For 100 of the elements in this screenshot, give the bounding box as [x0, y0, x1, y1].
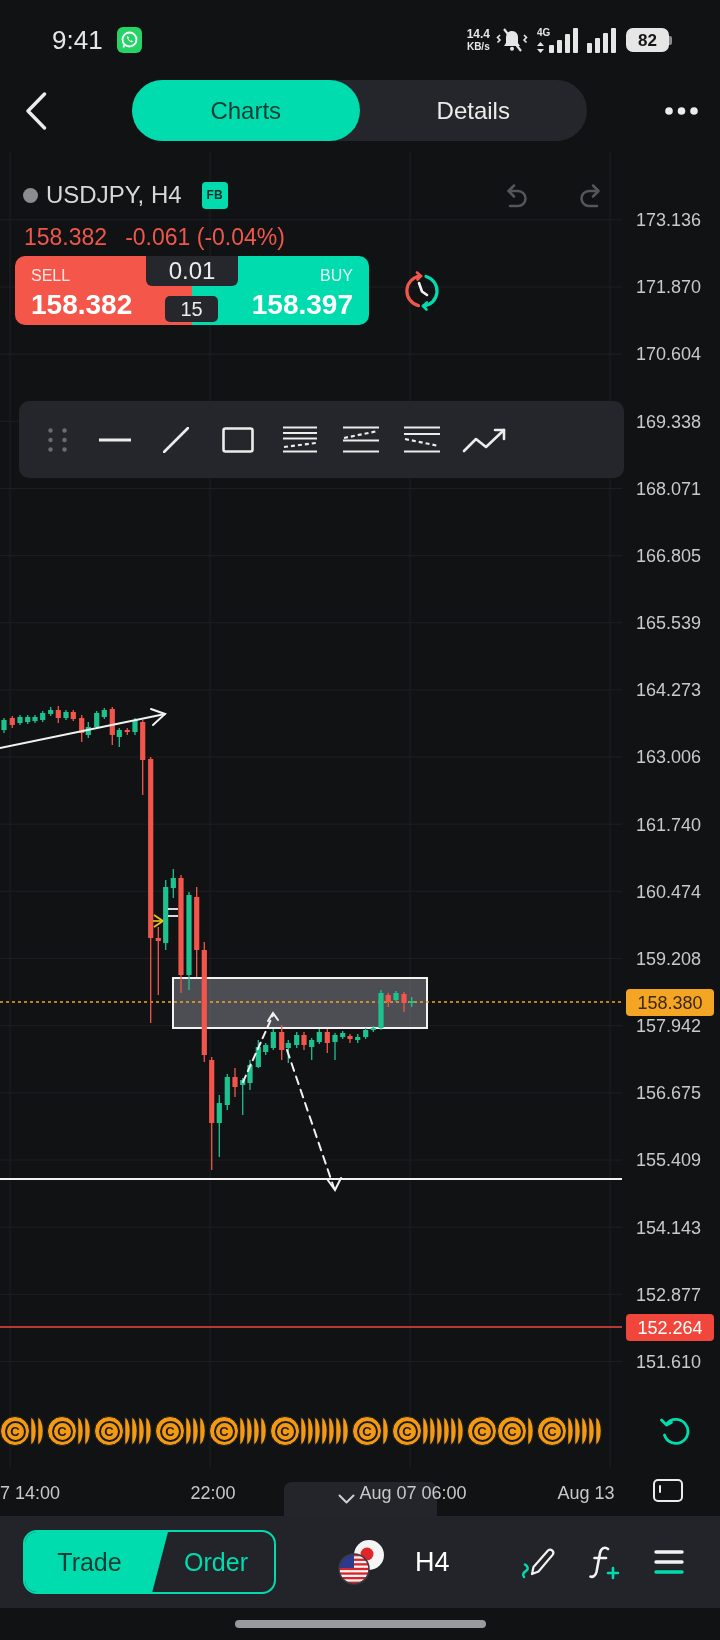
bearish-candle [109, 706, 115, 746]
bullish-candle [216, 1094, 222, 1158]
stacked-event-edge-icon[interactable] [260, 1416, 267, 1446]
channel-tool-icon[interactable] [404, 426, 440, 453]
zone-rectangle[interactable] [172, 977, 428, 1029]
stacked-event-edge-icon[interactable] [429, 1416, 436, 1446]
stacked-event-edge-icon[interactable] [138, 1416, 145, 1446]
price-axis-label: 160.474 [636, 881, 702, 902]
data-arrows-icon [537, 41, 544, 53]
stacked-event-edge-icon[interactable] [581, 1416, 588, 1446]
bullish-candle [40, 710, 46, 723]
stacked-event-edge-icon[interactable] [321, 1416, 328, 1446]
bullish-candle [17, 714, 23, 726]
lot-size-field[interactable]: 0.01 [146, 256, 238, 286]
bearish-candle [324, 1028, 330, 1054]
bearish-candle [347, 1033, 353, 1044]
spread-value: 15 [165, 296, 218, 322]
dashed-arrow[interactable] [242, 1011, 342, 1192]
stacked-event-edge-icon[interactable] [457, 1416, 464, 1446]
stacked-event-edge-icon[interactable] [342, 1416, 349, 1446]
stacked-event-edge-icon[interactable] [30, 1416, 37, 1446]
fork-marker-icon [152, 914, 164, 928]
network-type: 4G [537, 27, 551, 38]
time-axis-label: Aug 13 [557, 1484, 615, 1502]
stacked-event-edge-icon[interactable] [124, 1416, 131, 1446]
price-change: -0.061 (-0.04%) [125, 225, 285, 249]
horizontal-line-tool-icon[interactable] [99, 437, 131, 442]
bullish-candle [332, 1032, 338, 1061]
stacked-event-edge-icon[interactable] [307, 1416, 314, 1446]
stacked-event-edge-icon[interactable] [567, 1416, 574, 1446]
price-axis-label: 154.143 [636, 1217, 702, 1238]
timeframe-button[interactable]: H4 [415, 1548, 450, 1576]
time-axis-label: 7 14:00 [0, 1484, 61, 1502]
stacked-event-edge-icon[interactable] [192, 1416, 199, 1446]
stacked-event-edge-icon[interactable] [443, 1416, 450, 1446]
price-axis-label: 155.409 [636, 1150, 702, 1171]
stacked-event-edge-icon[interactable] [328, 1416, 335, 1446]
stacked-event-edge-icon[interactable] [185, 1416, 192, 1446]
clock-cycle-icon[interactable] [402, 268, 442, 313]
signal-bars-icon [549, 27, 578, 53]
reset-icon[interactable] [659, 1416, 692, 1446]
stacked-event-edge-icon[interactable] [450, 1416, 457, 1446]
network-speed: 14.4 [466, 28, 490, 40]
currency-flags-icon[interactable] [338, 1539, 385, 1585]
price-axis-label: 165.539 [636, 613, 702, 634]
price-axis-label: 170.604 [636, 344, 702, 365]
bullish-candle [285, 1039, 291, 1064]
stacked-event-edge-icon[interactable] [199, 1416, 206, 1446]
stacked-event-edge-icon[interactable] [436, 1416, 443, 1446]
panel-toggle-icon[interactable] [653, 1478, 683, 1502]
muted-bell-icon [496, 27, 528, 53]
stacked-event-edge-icon[interactable] [77, 1416, 84, 1446]
stacked-event-edge-icon[interactable] [246, 1416, 253, 1446]
network-speed-unit: KB/s [466, 42, 490, 52]
stacked-event-edge-icon[interactable] [239, 1416, 246, 1446]
price-axis-label: 159.208 [636, 948, 702, 969]
stacked-event-edge-icon[interactable] [300, 1416, 307, 1446]
price-tag: 158.380 [626, 989, 714, 1016]
bullish-candle [1, 717, 7, 734]
view-tab[interactable]: Charts [132, 80, 360, 141]
stacked-event-edge-icon[interactable] [574, 1416, 581, 1446]
bullish-candle [48, 706, 54, 717]
zigzag-arrow-tool-icon[interactable] [462, 426, 507, 453]
drag-handle-icon[interactable] [48, 427, 67, 452]
stacked-event-edge-icon[interactable] [145, 1416, 152, 1446]
trend-line-tool-icon[interactable] [163, 426, 189, 453]
symbol-name[interactable]: USDJPY, H4 [46, 183, 182, 207]
stacked-event-edge-icon[interactable] [422, 1416, 429, 1446]
view-tab[interactable]: Details [359, 80, 587, 141]
stacked-event-edge-icon[interactable] [588, 1416, 595, 1446]
battery-level: 82 [626, 28, 672, 52]
stacked-event-edge-icon[interactable] [131, 1416, 138, 1446]
price-axis-label: 166.805 [636, 545, 702, 566]
channel-tool-icon[interactable] [343, 426, 379, 453]
calendar-event-marker[interactable]: C [467, 1416, 497, 1446]
stacked-event-edge-icon[interactable] [382, 1416, 389, 1446]
bearish-candle [9, 715, 15, 729]
function-icon[interactable] [588, 1544, 620, 1580]
rectangle-tool-icon[interactable] [222, 426, 254, 453]
source-tag: FB [201, 181, 228, 209]
more-icon[interactable] [665, 106, 698, 115]
price-axis-label: 169.338 [636, 411, 702, 432]
bullish-candle [393, 990, 399, 1003]
back-icon[interactable] [25, 91, 47, 130]
stacked-event-edge-icon[interactable] [335, 1416, 342, 1446]
menu-icon[interactable] [653, 1549, 684, 1575]
stacked-event-edge-icon[interactable] [84, 1416, 91, 1446]
channel-tool-icon[interactable] [283, 426, 317, 453]
mode-tab[interactable]: Trade [25, 1532, 168, 1592]
mode-tab[interactable]: Order [168, 1532, 274, 1592]
price-axis-label: 163.006 [636, 747, 702, 768]
stacked-event-edge-icon[interactable] [595, 1416, 602, 1446]
trend-arrow[interactable] [0, 708, 167, 749]
stacked-event-edge-icon[interactable] [253, 1416, 260, 1446]
price-axis-label: 168.071 [636, 478, 702, 499]
stacked-event-edge-icon[interactable] [37, 1416, 44, 1446]
stacked-event-edge-icon[interactable] [527, 1416, 534, 1446]
stacked-event-edge-icon[interactable] [314, 1416, 321, 1446]
chevron-down-icon[interactable] [338, 1494, 355, 1504]
bullish-candle [224, 1073, 230, 1111]
